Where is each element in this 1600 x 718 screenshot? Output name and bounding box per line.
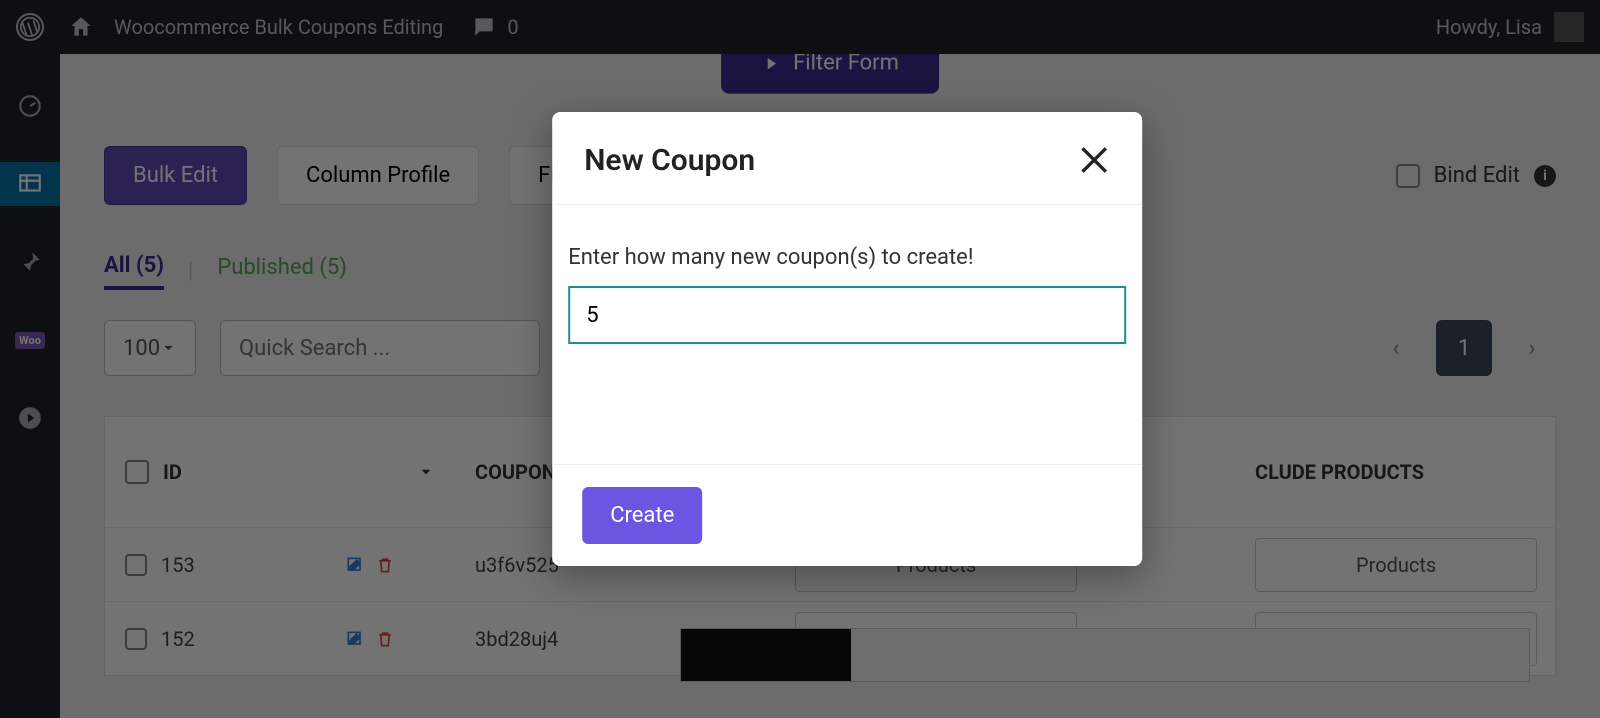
modal-title: New Coupon bbox=[584, 143, 755, 178]
modal-header: New Coupon bbox=[552, 112, 1142, 205]
modal-footer: Create bbox=[552, 464, 1142, 566]
create-button[interactable]: Create bbox=[582, 487, 702, 544]
modal-body: Enter how many new coupon(s) to create! bbox=[552, 205, 1142, 464]
modal-prompt: Enter how many new coupon(s) to create! bbox=[568, 245, 1126, 270]
close-button[interactable] bbox=[1074, 140, 1114, 180]
coupon-count-input[interactable] bbox=[568, 286, 1126, 344]
new-coupon-modal: New Coupon Enter how many new coupon(s) … bbox=[552, 112, 1142, 566]
close-icon bbox=[1074, 140, 1114, 180]
